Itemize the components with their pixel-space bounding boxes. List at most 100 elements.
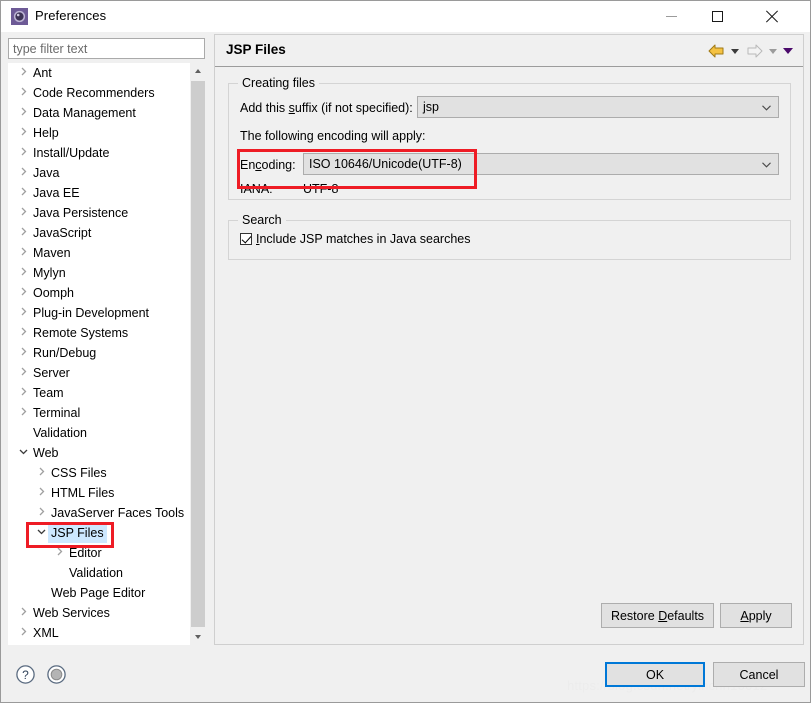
tree-item-label: Code Recommenders <box>33 86 155 100</box>
chevron-right-icon[interactable] <box>16 603 30 623</box>
help-icon[interactable]: ? <box>15 664 36 685</box>
ok-button-label: OK <box>645 667 665 682</box>
creating-files-group-title: Creating files <box>238 76 319 90</box>
chevron-right-icon[interactable] <box>16 363 30 383</box>
view-menu-button[interactable] <box>781 42 795 60</box>
chevron-right-icon[interactable] <box>16 623 30 643</box>
chevron-down-icon[interactable] <box>34 523 48 543</box>
tree-item-mylyn[interactable]: Mylyn <box>8 263 191 283</box>
tree-item-label: Validation <box>33 426 87 440</box>
maximize-button[interactable] <box>694 1 740 31</box>
view-menu-icon <box>783 48 793 54</box>
chevron-down-dim-icon <box>769 48 777 54</box>
tree-item-label: Mylyn <box>33 266 66 280</box>
preference-page-panel: JSP Files Creating files Add this suffix… <box>214 34 804 645</box>
preferences-dialog: Preferences Ant Code Recommenders Data Man… <box>0 0 811 703</box>
tree-item-web-services[interactable]: Web Services <box>8 603 191 623</box>
tree-item-ant[interactable]: Ant <box>8 63 191 83</box>
tree-item-javascript[interactable]: JavaScript <box>8 223 191 243</box>
chevron-right-icon[interactable] <box>16 323 30 343</box>
back-button[interactable] <box>705 42 727 60</box>
tree-item-validation[interactable]: Validation <box>8 563 191 583</box>
tree-item-validation[interactable]: Validation <box>8 423 191 443</box>
tree-item-label: Help <box>33 126 59 140</box>
tree-item-editor[interactable]: Editor <box>8 543 191 563</box>
chevron-right-icon[interactable] <box>16 263 30 283</box>
preference-tree[interactable]: Ant Code Recommenders Data Management Help I… <box>8 63 205 645</box>
chevron-right-icon[interactable] <box>16 123 30 143</box>
tree-item-web[interactable]: Web <box>8 443 191 463</box>
forward-arrow-icon <box>747 44 762 58</box>
tree-item-label: Java <box>33 166 60 180</box>
chevron-right-icon[interactable] <box>16 383 30 403</box>
tree-item-server[interactable]: Server <box>8 363 191 383</box>
tree-item-label: Ant <box>33 66 52 80</box>
chevron-right-icon[interactable] <box>16 103 30 123</box>
tree-item-java[interactable]: Java <box>8 163 191 183</box>
filter-input[interactable] <box>8 38 205 59</box>
tree-item-list: Ant Code Recommenders Data Management Help I… <box>8 63 191 645</box>
restore-defaults-button[interactable]: Restore Defaults <box>601 603 714 628</box>
cancel-button[interactable]: Cancel <box>713 662 805 687</box>
tree-item-oomph[interactable]: Oomph <box>8 283 191 303</box>
tree-item-code-recommenders[interactable]: Code Recommenders <box>8 83 191 103</box>
forward-history-dropdown[interactable] <box>766 42 780 60</box>
tree-item-css-files[interactable]: CSS Files <box>8 463 191 483</box>
scroll-down-button[interactable] <box>191 629 205 645</box>
chevron-right-icon[interactable] <box>34 503 48 523</box>
chevron-right-icon[interactable] <box>34 463 48 483</box>
creating-files-group: Creating files Add this suffix (if not s… <box>228 76 791 200</box>
forward-button[interactable] <box>743 42 765 60</box>
status-circle-icon[interactable] <box>46 664 67 685</box>
suffix-label: Add this suffix (if not specified): <box>240 101 413 115</box>
chevron-right-icon[interactable] <box>16 83 30 103</box>
minimize-button[interactable] <box>648 1 694 31</box>
scrollbar-thumb[interactable] <box>191 81 205 627</box>
chevron-right-icon[interactable] <box>52 543 66 563</box>
back-history-dropdown[interactable] <box>728 42 742 60</box>
tree-item-web-page-editor[interactable]: Web Page Editor <box>8 583 191 603</box>
tree-item-jsp-files[interactable]: JSP Files <box>8 523 191 543</box>
chevron-right-icon[interactable] <box>16 343 30 363</box>
chevron-right-icon[interactable] <box>16 243 30 263</box>
tree-item-java-ee[interactable]: Java EE <box>8 183 191 203</box>
tree-item-maven[interactable]: Maven <box>8 243 191 263</box>
tree-item-team[interactable]: Team <box>8 383 191 403</box>
chevron-right-icon[interactable] <box>16 303 30 323</box>
ok-button[interactable]: OK <box>605 662 705 687</box>
chevron-right-icon[interactable] <box>16 203 30 223</box>
tree-item-install-update[interactable]: Install/Update <box>8 143 191 163</box>
tree-item-plug-in-development[interactable]: Plug-in Development <box>8 303 191 323</box>
tree-vertical-scrollbar[interactable] <box>190 63 205 645</box>
chevron-down-icon[interactable] <box>16 443 30 463</box>
tree-item-javaserver-faces-tools[interactable]: JavaServer Faces Tools <box>8 503 191 523</box>
chevron-right-icon[interactable] <box>16 223 30 243</box>
tree-item-terminal[interactable]: Terminal <box>8 403 191 423</box>
close-button[interactable] <box>748 1 794 31</box>
chevron-right-icon[interactable] <box>34 483 48 503</box>
tree-item-remote-systems[interactable]: Remote Systems <box>8 323 191 343</box>
page-title: JSP Files <box>226 42 286 57</box>
tree-item-java-persistence[interactable]: Java Persistence <box>8 203 191 223</box>
tree-item-run-debug[interactable]: Run/Debug <box>8 343 191 363</box>
suffix-combo[interactable]: jsp <box>417 96 779 118</box>
tree-item-label: Plug-in Development <box>33 306 150 320</box>
encoding-combo[interactable]: ISO 10646/Unicode(UTF-8) <box>303 153 779 175</box>
tree-item-label: Oomph <box>33 286 74 300</box>
chevron-right-icon[interactable] <box>16 283 30 303</box>
chevron-right-icon[interactable] <box>16 63 30 83</box>
tree-item-label: Editor <box>69 546 102 560</box>
scroll-up-button[interactable] <box>191 63 205 79</box>
include-jsp-matches-checkbox-row[interactable]: Include JSP matches in Java searches <box>240 232 470 246</box>
tree-item-help[interactable]: Help <box>8 123 191 143</box>
tree-item-html-files[interactable]: HTML Files <box>8 483 191 503</box>
apply-button[interactable]: Apply <box>720 603 792 628</box>
chevron-right-icon[interactable] <box>16 163 30 183</box>
chevron-right-icon[interactable] <box>16 403 30 423</box>
encoding-note: The following encoding will apply: <box>240 129 426 143</box>
chevron-right-icon[interactable] <box>16 143 30 163</box>
include-jsp-matches-checkbox[interactable] <box>240 233 252 245</box>
tree-item-xml[interactable]: XML <box>8 623 191 643</box>
chevron-right-icon[interactable] <box>16 183 30 203</box>
tree-item-data-management[interactable]: Data Management <box>8 103 191 123</box>
